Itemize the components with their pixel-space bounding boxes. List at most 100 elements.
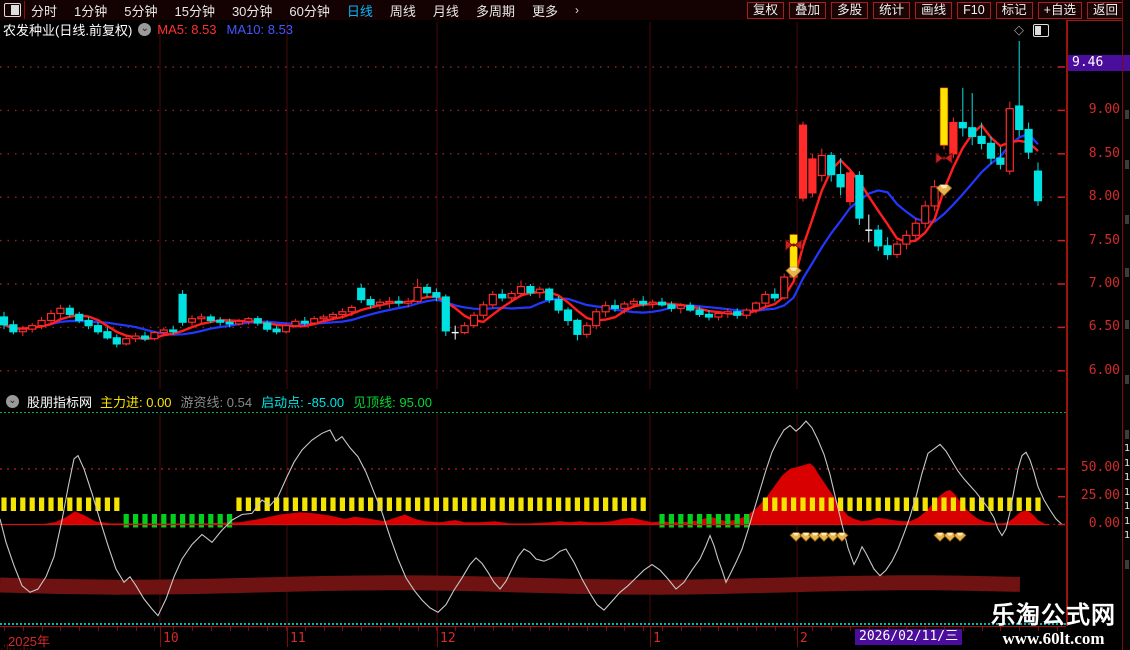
timeline-tick <box>98 627 99 631</box>
chart-title-bar: 农发种业(日线.前复权) ⌄ MA5: 8.53 MA10: 8.53 <box>0 21 293 38</box>
qidong-yellow-bar <box>791 497 797 511</box>
right-sidebar-edge[interactable]: 1 1 1 1 1 1 1 <box>1122 0 1130 650</box>
qidong-yellow-bar <box>415 497 421 511</box>
timeline-tick <box>568 627 569 631</box>
stock-app-window: 分时 1分钟 5分钟 15分钟 30分钟 60分钟 日线 周线 月线 多周期 更多 › 复权 叠加 多股统… <box>0 0 1130 650</box>
tab-1分钟[interactable]: 1分钟 <box>74 1 107 20</box>
timeline-tick <box>793 627 795 631</box>
cutoff-row: ·'|·· ·|·· <box>0 644 33 650</box>
qidong-yellow-bar <box>29 497 35 511</box>
watermark-url: www.60lt.com <box>1002 629 1105 648</box>
indicator-field: 游资线: 0.54 <box>180 395 253 410</box>
indicator-field: 启动点: -85.00 <box>261 395 345 410</box>
qidong-yellow-bar <box>969 497 975 511</box>
qidong-green-bar <box>180 514 186 528</box>
indicator-chart[interactable] <box>0 413 1066 626</box>
button-复权[interactable]: 复权 <box>747 1 785 19</box>
qidong-green-bar <box>744 514 750 528</box>
qidong-green-bar <box>142 514 148 528</box>
top-toolbar: 分时 1分钟 5分钟 15分钟 30分钟 60分钟 日线 周线 月线 多周期 更多 › 复权 叠加 多股统… <box>0 0 1130 21</box>
qidong-green-bar <box>734 514 740 528</box>
timeline-tick <box>135 627 137 631</box>
qidong-yellow-bar <box>612 497 618 511</box>
tab-月线[interactable]: 月线 <box>433 1 459 20</box>
timeline-tick <box>79 627 81 631</box>
qidong-yellow-bar <box>950 497 956 511</box>
yellow-signal-bar <box>939 87 949 146</box>
button-画线[interactable]: 画线 <box>915 1 953 19</box>
candlestick-chart[interactable] <box>0 20 1066 390</box>
button-返回[interactable]: 返回 <box>1086 1 1124 19</box>
timeline-tick <box>718 627 720 631</box>
qidong-yellow-bar <box>903 497 909 511</box>
toolbar-divider <box>24 1 25 19</box>
axis-tick-label: 0.00 <box>1088 516 1120 531</box>
tab-周线[interactable]: 周线 <box>390 1 416 20</box>
qidong-yellow-bar <box>443 497 449 511</box>
watermark: 乐淘公式网 www.60lt.com <box>991 603 1116 649</box>
diamond-tool-icon[interactable]: ◇ <box>1014 22 1024 38</box>
timeline-tick <box>549 627 551 631</box>
tab-日线[interactable]: 日线 <box>347 1 373 20</box>
tab-15分钟[interactable]: 15分钟 <box>174 1 214 20</box>
qidong-green-bar <box>706 514 712 528</box>
tab-30分钟[interactable]: 30分钟 <box>232 1 272 20</box>
clipped-glyph-fragment <box>1125 560 1129 569</box>
strip-digit: 1 <box>1124 486 1130 498</box>
timeline-tick <box>248 627 250 631</box>
timeline-axis[interactable]: 2025年 10 11 12 1 2 2026/02/11/三 <box>0 623 1066 650</box>
qidong-yellow-bar <box>396 497 402 511</box>
tab-60分钟[interactable]: 60分钟 <box>289 1 329 20</box>
tab-多周期[interactable]: 多周期 <box>476 1 515 20</box>
button-多股[interactable]: 多股 <box>831 1 869 19</box>
chevron-down-icon[interactable]: ⌄ <box>6 395 19 408</box>
button-+自选[interactable]: +自选 <box>1037 1 1082 19</box>
axis-tick-label: 50.00 <box>1080 460 1120 475</box>
button-统计[interactable]: 统计 <box>873 1 911 19</box>
qidong-yellow-bar <box>509 497 515 511</box>
timeline-tick <box>436 627 438 631</box>
more-arrow-icon[interactable]: › <box>575 3 579 17</box>
clipped-glyph-fragment <box>1125 320 1129 329</box>
pane-toggle-icon[interactable] <box>1033 23 1049 37</box>
timeline-tick <box>643 627 645 631</box>
qidong-yellow-bar <box>330 497 336 511</box>
timeline-tick <box>474 627 475 631</box>
qidong-green-bar <box>725 514 731 528</box>
split-pane-icon[interactable] <box>4 3 21 17</box>
axis-tick-label: 8.00 <box>1088 189 1120 204</box>
timeline-tick <box>530 627 532 631</box>
timeline-tick <box>41 627 43 631</box>
timeline-tick <box>492 627 494 631</box>
qidong-yellow-bar <box>894 497 900 511</box>
timeline-tick <box>4 627 5 631</box>
timeline-tick <box>812 627 814 631</box>
tab-分时[interactable]: 分时 <box>31 1 57 20</box>
ma10-value: MA10: 8.53 <box>226 22 294 37</box>
tab-更多[interactable]: 更多 <box>532 1 558 20</box>
timeline-month: 11 <box>290 631 306 646</box>
timeline-tick <box>662 627 663 631</box>
qidong-yellow-bar <box>490 497 496 511</box>
timeline-tick <box>831 627 833 631</box>
indicator-name[interactable]: 股朋指标网 <box>27 392 92 411</box>
qidong-green-bar <box>715 514 721 528</box>
button-叠加[interactable]: 叠加 <box>789 1 827 19</box>
qidong-yellow-bar <box>1 497 7 511</box>
timeline-tick <box>605 627 607 631</box>
qidong-yellow-bar <box>922 497 928 511</box>
timeline-divider <box>650 627 651 647</box>
qidong-yellow-bar <box>424 497 430 511</box>
axis-tick-label: 8.50 <box>1088 146 1120 161</box>
qidong-yellow-bar <box>39 497 45 511</box>
qidong-yellow-bar <box>86 497 92 511</box>
qidong-yellow-bar <box>574 497 580 511</box>
button-F10[interactable]: F10 <box>957 1 991 19</box>
button-标记[interactable]: 标记 <box>995 1 1033 19</box>
chevron-down-icon[interactable]: ⌄ <box>138 23 152 36</box>
qidong-green-bar <box>659 514 665 528</box>
qidong-green-bar <box>133 514 139 528</box>
tab-5分钟[interactable]: 5分钟 <box>124 1 157 20</box>
qidong-yellow-bar <box>781 497 787 511</box>
qidong-yellow-bar <box>433 497 439 511</box>
